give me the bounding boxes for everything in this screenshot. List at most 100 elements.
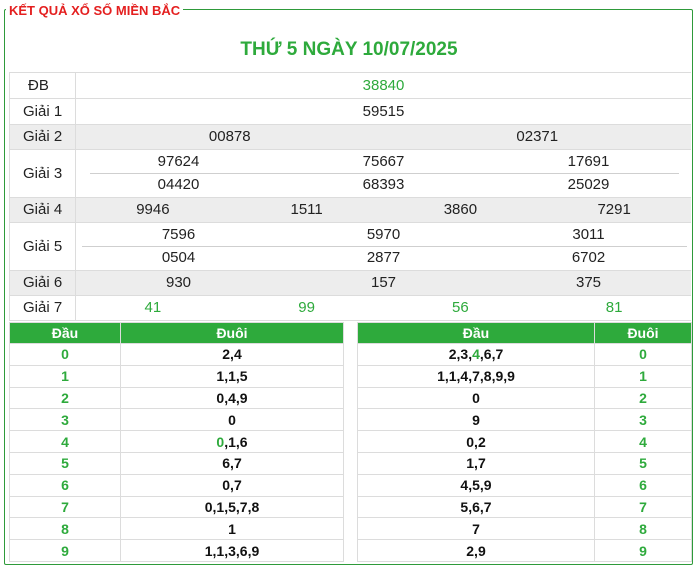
prize-row-1: Giải 1 59515 bbox=[10, 99, 691, 125]
table-row: 2 0,4,9 bbox=[9, 386, 344, 410]
column-header: Đuôi bbox=[594, 322, 692, 344]
tail-digits: 0,1,5,7,8 bbox=[120, 495, 344, 519]
table-row: 0,2 4 bbox=[357, 430, 692, 453]
prize-label-6: Giải 6 bbox=[10, 271, 76, 295]
head-digits: 1,7 bbox=[357, 451, 595, 475]
digit-list: 4,5,9 bbox=[460, 477, 492, 494]
table-row: 1,1,4,7,8,9,9 1 bbox=[357, 364, 692, 388]
table-row: 7 0,1,5,7,8 bbox=[9, 495, 344, 519]
tail-digits: 1,1,5 bbox=[120, 364, 344, 388]
table-row: 02 bbox=[357, 386, 692, 410]
prize-number: 81 bbox=[605, 299, 623, 316]
prize-label-5: Giải 5 bbox=[10, 223, 76, 270]
prize-number: 00878 bbox=[208, 128, 251, 145]
head-digit: 0 bbox=[9, 343, 121, 366]
prize-label-2: Giải 2 bbox=[10, 125, 76, 149]
head-digits: 9 bbox=[357, 408, 595, 432]
digit-list: 0,1,5,7,8 bbox=[204, 498, 260, 515]
table-row: 9 1,1,3,6,9 bbox=[9, 539, 344, 562]
column-header: Đầu bbox=[357, 322, 595, 344]
table-row: 2,9 9 bbox=[357, 539, 692, 562]
prize-row-6: Giải 6 930 157 375 bbox=[10, 271, 691, 296]
prize-number: 157 bbox=[370, 274, 397, 291]
table-row: 78 bbox=[357, 517, 692, 541]
digit-list: 2,9 bbox=[466, 542, 486, 559]
prize-number: 375 bbox=[575, 274, 602, 291]
prize-number: 0504 bbox=[161, 249, 196, 266]
tail-digits: 0,4,9 bbox=[120, 386, 344, 410]
table-row: 93 bbox=[357, 408, 692, 432]
prize-number: 59515 bbox=[362, 102, 405, 120]
prize-label-4: Giải 4 bbox=[10, 198, 76, 222]
digit-list: 9 bbox=[472, 411, 480, 428]
column-header: Đầu bbox=[9, 322, 121, 344]
tail-digit: 5 bbox=[594, 451, 692, 475]
tail-digits: 6,7 bbox=[120, 451, 344, 475]
tail-digits: 1 bbox=[120, 517, 344, 541]
tail-digits: 2,4 bbox=[120, 343, 344, 366]
prize-number: 9946 bbox=[136, 201, 170, 218]
table-row: 5 6,7 bbox=[9, 451, 344, 475]
head-digit: 3 bbox=[9, 408, 121, 432]
prize-number: 3011 bbox=[572, 226, 605, 243]
digit-list: 1 bbox=[228, 520, 236, 537]
digit-list: 0 bbox=[472, 389, 480, 406]
head-digit: 1 bbox=[9, 364, 121, 388]
tail-digits: 0 bbox=[120, 408, 344, 432]
digit-list: 0,4,9 bbox=[216, 389, 248, 406]
prize-number: 17691 bbox=[567, 153, 610, 170]
column-header: Đuôi bbox=[120, 322, 344, 344]
head-digits: 1,1,4,7,8,9,9 bbox=[357, 364, 595, 388]
table-row: 1,7 5 bbox=[357, 451, 692, 475]
prize-label-7: Giải 7 bbox=[10, 296, 76, 320]
tail-digit: 9 bbox=[594, 539, 692, 562]
table-row: 1 1,1,5 bbox=[9, 364, 344, 388]
prize-number: 04420 bbox=[157, 176, 200, 193]
results-table: ĐB 38840 Giải 1 59515 Giải 2 00878 02371… bbox=[9, 72, 691, 321]
head-digit: 8 bbox=[9, 517, 121, 541]
prize-number: 97624 bbox=[157, 153, 200, 170]
digit-list: 1,1,3,6,9 bbox=[204, 542, 260, 559]
tail-digits: 0,1,6 bbox=[120, 430, 344, 453]
prize-number: 2877 bbox=[366, 249, 401, 266]
head-digit: 5 bbox=[9, 451, 121, 475]
head-digits: 2,9 bbox=[357, 539, 595, 562]
table-row: 5,6,7 7 bbox=[357, 495, 692, 519]
head-digits: 4,5,9 bbox=[357, 473, 595, 497]
head-digits: 5,6,7 bbox=[357, 495, 595, 519]
tail-digit: 8 bbox=[594, 517, 692, 541]
prize-number: 930 bbox=[165, 274, 192, 291]
prize-row-7: Giải 7 41 99 56 81 bbox=[10, 296, 691, 321]
prize-row-5: Giải 5 7596 5970 3011 0504 2877 6702 bbox=[10, 223, 691, 271]
tail-digit: 3 bbox=[594, 408, 692, 432]
loto-head-table: Đầu Đuôi 0 2,4 1 1,1,5 2 0,4,9 3 0 4 0,1,6 5 6,7 6 0,… bbox=[9, 322, 344, 562]
tail-digit: 6 bbox=[594, 473, 692, 497]
digit-list: 7 bbox=[472, 520, 480, 537]
prize-label-3: Giải 3 bbox=[10, 150, 76, 197]
digit-list: 6,7 bbox=[222, 455, 242, 472]
prize-number: 68393 bbox=[362, 176, 405, 193]
prize-number: 75667 bbox=[362, 153, 405, 170]
loto-tail-table: Đầu Đuôi 2,3,4,6,7 0 1,1,4,7,8,9,9 1 0 2 9 3 0,2… bbox=[357, 322, 692, 562]
prize-row-special: ĐB 38840 bbox=[10, 73, 691, 99]
digit-list: 1,1,5 bbox=[216, 368, 248, 385]
prize-number: 99 bbox=[298, 299, 315, 316]
head-digit: 6 bbox=[9, 473, 121, 497]
digit-list: 2,4 bbox=[222, 346, 242, 363]
head-digits: 0,2 bbox=[357, 430, 595, 453]
head-digit: 7 bbox=[9, 495, 121, 519]
prize-label-special: ĐB bbox=[10, 73, 76, 98]
head-digits: 7 bbox=[357, 517, 595, 541]
table-row: 2,3,4,6,7 0 bbox=[357, 343, 692, 366]
prize-label-1: Giải 1 bbox=[10, 99, 76, 124]
digit-list: 0,7 bbox=[222, 477, 242, 494]
row-divider bbox=[90, 173, 679, 174]
tail-digit: 7 bbox=[594, 495, 692, 519]
prize-number: 5970 bbox=[366, 226, 401, 243]
table-row: 6 0,7 bbox=[9, 473, 344, 497]
table-row: 4 0,1,6 bbox=[9, 430, 344, 453]
prize-row-3: Giải 3 97624 75667 17691 04420 68393 250… bbox=[10, 150, 691, 198]
prize-number: 7596 bbox=[161, 226, 196, 243]
frame-title: KẾT QUẢ XỔ SỐ MIỀN BẮC bbox=[6, 3, 184, 19]
digit-list: 5,6,7 bbox=[460, 498, 492, 515]
